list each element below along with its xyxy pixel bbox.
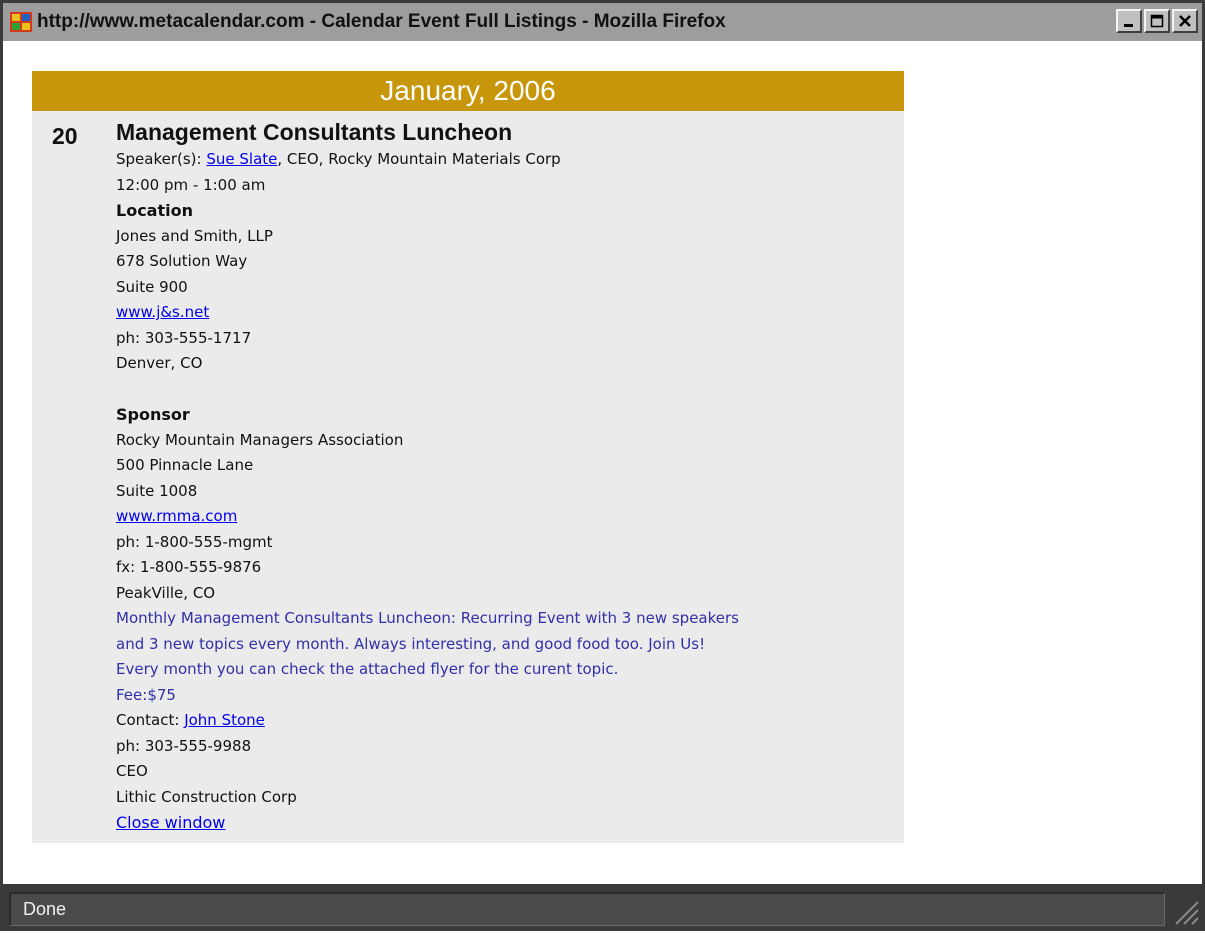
close-button[interactable] <box>1172 9 1198 33</box>
contact-link[interactable]: John Stone <box>184 711 265 729</box>
title-bar[interactable]: http://www.metacalendar.com - Calendar E… <box>3 3 1202 41</box>
event-details: Management Consultants Luncheon Speaker(… <box>116 117 906 836</box>
location-heading: Location <box>116 201 193 220</box>
event-listing-table: January, 2006 20 Management Consultants … <box>32 71 904 843</box>
sponsor-name: Rocky Mountain Managers Association <box>116 430 404 449</box>
event-time: 12:00 pm - 1:00 am <box>116 175 266 194</box>
maximize-icon <box>1150 14 1164 28</box>
contact-phone: ph: 303-555-9988 <box>116 736 252 755</box>
location-address1: 678 Solution Way <box>116 252 248 270</box>
minimize-icon <box>1124 24 1133 27</box>
status-bar: Done <box>3 884 1202 931</box>
location-name: Jones and Smith, LLP <box>116 226 273 245</box>
firefox-app-icon[interactable] <box>9 10 33 34</box>
description-line-3: Every month you can check the attached f… <box>116 660 619 678</box>
window-title: http://www.metacalendar.com - Calendar E… <box>37 11 726 32</box>
speaker-suffix: , CEO, Rocky Mountain Materials Corp <box>277 150 561 168</box>
description-line-1: Monthly Management Consultants Luncheon:… <box>116 609 739 627</box>
browser-window: http://www.metacalendar.com - Calendar E… <box>0 0 1205 931</box>
resize-grip-icon[interactable] <box>1168 894 1200 928</box>
contact-company: Lithic Construction Corp <box>116 787 297 806</box>
contact-role: CEO <box>116 762 148 780</box>
speaker-link[interactable]: Sue Slate <box>206 150 277 168</box>
sponsor-city: PeakVille, CO <box>116 583 216 602</box>
location-city: Denver, CO <box>116 354 203 372</box>
contact-prefix: Contact: <box>116 711 180 729</box>
month-header: January, 2006 <box>32 71 904 111</box>
sponsor-fax: fx: 1-800-555-9876 <box>116 558 262 576</box>
speaker-prefix: Speaker(s): <box>116 150 202 168</box>
day-number: 20 <box>52 123 78 149</box>
description-line-2: and 3 new topics every month. Always int… <box>116 634 706 653</box>
location-website-link[interactable]: www.j&s.net <box>116 303 209 321</box>
status-text: Done <box>9 892 1165 926</box>
close-window-link[interactable]: Close window <box>116 813 225 832</box>
maximize-button[interactable] <box>1144 9 1170 33</box>
sponsor-address2: Suite 1008 <box>116 481 198 500</box>
close-icon <box>1179 15 1191 27</box>
sponsor-phone: ph: 1-800-555-mgmt <box>116 532 273 551</box>
event-fee: Fee:$75 <box>116 685 176 704</box>
speaker-line: Speaker(s): Sue Slate, CEO, Rocky Mounta… <box>116 147 906 173</box>
contact-line: Contact: John Stone <box>116 708 906 734</box>
page-content: January, 2006 20 Management Consultants … <box>3 41 1202 884</box>
location-address2: Suite 900 <box>116 277 188 296</box>
minimize-button[interactable] <box>1116 9 1142 33</box>
sponsor-heading: Sponsor <box>116 405 190 424</box>
event-title: Management Consultants Luncheon <box>116 119 513 145</box>
sponsor-address1: 500 Pinnacle Lane <box>116 456 254 474</box>
location-phone: ph: 303-555-1717 <box>116 328 252 347</box>
sponsor-website-link[interactable]: www.rmma.com <box>116 507 237 525</box>
window-controls <box>1116 9 1198 33</box>
